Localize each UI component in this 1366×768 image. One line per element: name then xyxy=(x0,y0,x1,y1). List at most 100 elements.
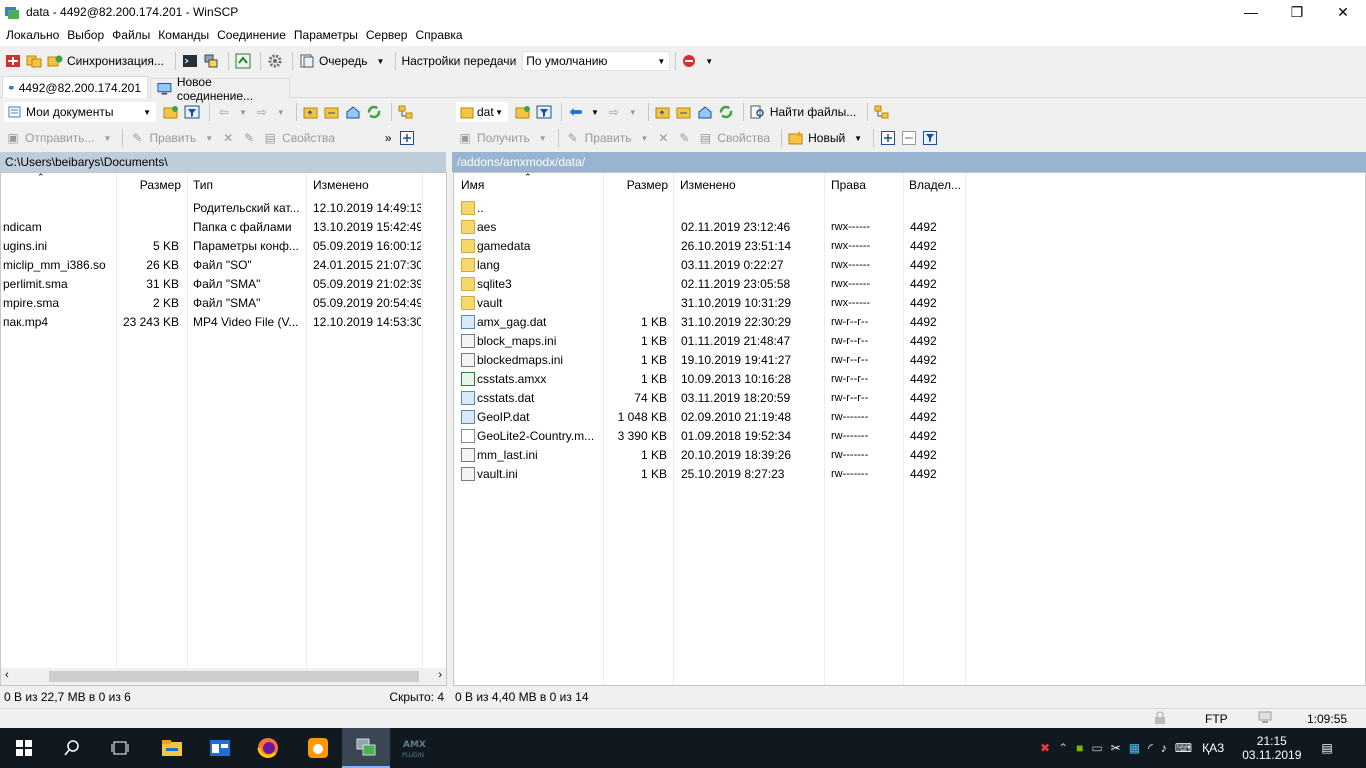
column-header-modified[interactable]: Изменено xyxy=(680,173,736,197)
column-header-rights[interactable]: Права xyxy=(831,173,866,197)
menu-server[interactable]: Сервер xyxy=(362,28,412,42)
table-row[interactable]: csstats.dat 74 KB 03.11.2019 18:20:59 rw-r-… xyxy=(454,389,1365,408)
table-row[interactable]: ugins.ini 5 KB Параметры конф... 05.09.2019… xyxy=(1,237,446,256)
more-chevron-icon[interactable]: » xyxy=(385,131,392,145)
table-row[interactable]: пак.mp4 23 243 KB MP4 Video File (V... 12.1… xyxy=(1,313,446,332)
synchronize-button[interactable]: Синхронизация... xyxy=(67,54,164,68)
home-icon[interactable] xyxy=(344,103,362,121)
remote-edit-button[interactable]: Править xyxy=(585,131,632,145)
forward-arrow-icon[interactable]: ⇨ xyxy=(253,103,271,121)
close-button[interactable]: ✕ xyxy=(1320,0,1366,24)
table-row[interactable]: mpire.sma 2 KB Файл "SMA" 05.09.2019 20:54:… xyxy=(1,294,446,313)
transfer-preset-select[interactable]: По умолчанию ▼ xyxy=(522,51,671,71)
table-row[interactable]: blockedmaps.ini 1 KB 19.10.2019 19:41:27 rw… xyxy=(454,351,1365,370)
refresh-icon[interactable] xyxy=(365,103,383,121)
putty-icon[interactable] xyxy=(202,52,220,70)
menu-help[interactable]: Справка xyxy=(411,28,466,42)
table-row[interactable]: aes 02.11.2019 23:12:46 rwx------ 4492 xyxy=(454,218,1365,237)
menu-session[interactable]: Соединение xyxy=(213,28,290,42)
properties-icon[interactable]: ▤ xyxy=(261,129,279,147)
tab-session-active[interactable]: 4492@82.200.174.201 xyxy=(2,76,148,98)
app-window-icon[interactable] xyxy=(196,728,244,768)
network-icon[interactable]: ▦ xyxy=(1129,741,1140,755)
delete-icon[interactable]: ✕ xyxy=(654,129,672,147)
winscp-taskbar-icon[interactable] xyxy=(342,728,390,768)
upload-icon[interactable]: ▣ xyxy=(4,129,22,147)
edit-icon[interactable]: ✎ xyxy=(564,129,582,147)
volume-icon[interactable]: ♪ xyxy=(1161,741,1167,755)
column-header-name[interactable]: Имя xyxy=(461,173,484,197)
back-dropdown-arrow[interactable]: ▼ xyxy=(591,108,599,117)
compare-dirs-icon[interactable] xyxy=(4,52,22,70)
local-drive-select[interactable]: Мои документы ▼ xyxy=(4,102,156,122)
battery-icon[interactable]: ▭ xyxy=(1091,741,1102,755)
wifi-icon[interactable]: ◜ xyxy=(1148,741,1153,755)
scroll-left-icon[interactable]: ‹ xyxy=(5,669,9,681)
tab-new-session[interactable]: Новое соединение... xyxy=(150,75,290,103)
disconnect-icon[interactable] xyxy=(681,52,699,70)
remote-path-bar[interactable]: /addons/amxmodx/data/ xyxy=(452,152,1366,172)
new-dropdown-arrow[interactable]: ▼ xyxy=(854,134,862,143)
forward-dropdown-arrow[interactable]: ▼ xyxy=(629,108,637,117)
table-row[interactable]: .. xyxy=(454,199,1365,218)
column-header-owner[interactable]: Владел... xyxy=(909,173,961,197)
clipboard-icon[interactable]: ✂ xyxy=(1111,741,1121,755)
forward-arrow-icon[interactable]: ⇨ xyxy=(605,103,623,121)
session-dropdown-arrow[interactable]: ▼ xyxy=(705,57,713,66)
menu-commands[interactable]: Команды xyxy=(154,28,213,42)
table-row[interactable]: sqlite3 02.11.2019 23:05:58 rwx------ 4492 xyxy=(454,275,1365,294)
table-row[interactable]: mm_last.ini 1 KB 20.10.2019 18:39:26 rw----… xyxy=(454,446,1365,465)
table-row[interactable]: csstats.amxx 1 KB 10.09.2013 10:16:28 rw-r-… xyxy=(454,370,1365,389)
delete-icon[interactable]: ✕ xyxy=(219,129,237,147)
tree-icon[interactable] xyxy=(873,103,891,121)
notifications-icon[interactable]: ▤ xyxy=(1321,741,1332,755)
amx-plugin-icon[interactable]: AMX PLUGIN xyxy=(390,728,438,768)
column-header-type[interactable]: Тип xyxy=(193,173,213,197)
file-explorer-icon[interactable] xyxy=(148,728,196,768)
table-row[interactable]: Родительский кат... 12.10.2019 14:49:13 xyxy=(1,199,446,218)
root-dir-icon[interactable] xyxy=(323,103,341,121)
maximize-button[interactable]: ❐ xyxy=(1274,0,1320,24)
edit-icon[interactable]: ✎ xyxy=(128,129,146,147)
gear-icon[interactable] xyxy=(266,52,284,70)
new-folder-icon[interactable] xyxy=(787,129,805,147)
download-button[interactable]: Получить xyxy=(477,131,530,145)
menu-local[interactable]: Локально xyxy=(2,28,63,42)
tree-icon[interactable] xyxy=(397,103,415,121)
scroll-right-icon[interactable]: › xyxy=(438,669,442,681)
language-indicator[interactable]: ҚАЗ xyxy=(1202,741,1224,755)
menu-select[interactable]: Выбор xyxy=(63,28,108,42)
back-arrow-icon[interactable]: ⬅ xyxy=(567,103,585,121)
clock[interactable]: 21:15 03.11.2019 xyxy=(1242,734,1301,762)
properties-icon[interactable]: ▤ xyxy=(696,129,714,147)
back-arrow-icon[interactable]: ⇦ xyxy=(215,103,233,121)
find-files-button[interactable]: Найти файлы... xyxy=(770,105,856,119)
new-button[interactable]: Новый xyxy=(808,131,845,145)
search-icon[interactable] xyxy=(749,103,767,121)
remote-dir-select[interactable]: dat ▼ xyxy=(456,102,508,122)
table-row[interactable]: ndicam Папка с файлами 13.10.2019 15:42:49 xyxy=(1,218,446,237)
rename-icon[interactable]: ✎ xyxy=(675,129,693,147)
synchronize-icon[interactable] xyxy=(46,52,64,70)
menu-files[interactable]: Файлы xyxy=(108,28,154,42)
task-view-icon[interactable] xyxy=(96,728,144,768)
firefox-icon[interactable] xyxy=(244,728,292,768)
sync-browse-icon[interactable] xyxy=(25,52,43,70)
edit-dropdown-arrow[interactable]: ▼ xyxy=(205,134,213,143)
download-dropdown-arrow[interactable]: ▼ xyxy=(539,134,547,143)
table-row[interactable]: GeoLite2-Country.m... 3 390 KB 01.09.2018 … xyxy=(454,427,1365,446)
filter-icon[interactable] xyxy=(535,103,553,121)
add-icon[interactable] xyxy=(879,129,897,147)
table-row[interactable]: vault 31.10.2019 10:31:29 rwx------ 4492 xyxy=(454,294,1365,313)
scrollbar-thumb[interactable] xyxy=(49,671,419,682)
open-folder-icon[interactable] xyxy=(514,103,532,121)
keyboard-icon[interactable]: ⌨ xyxy=(1175,741,1192,755)
queue-dropdown-arrow[interactable]: ▼ xyxy=(377,57,385,66)
chevron-up-icon[interactable]: ⌃ xyxy=(1058,741,1068,755)
remote-properties-button[interactable]: Свойства xyxy=(717,131,770,145)
alert-icon[interactable]: ✖ xyxy=(1040,741,1050,755)
table-row[interactable]: amx_gag.dat 1 KB 31.10.2019 22:30:29 rw-r--… xyxy=(454,313,1365,332)
parent-dir-icon[interactable] xyxy=(302,103,320,121)
table-row[interactable]: block_maps.ini 1 KB 01.11.2019 21:48:47 rw-… xyxy=(454,332,1365,351)
back-dropdown-arrow[interactable]: ▼ xyxy=(239,108,247,117)
